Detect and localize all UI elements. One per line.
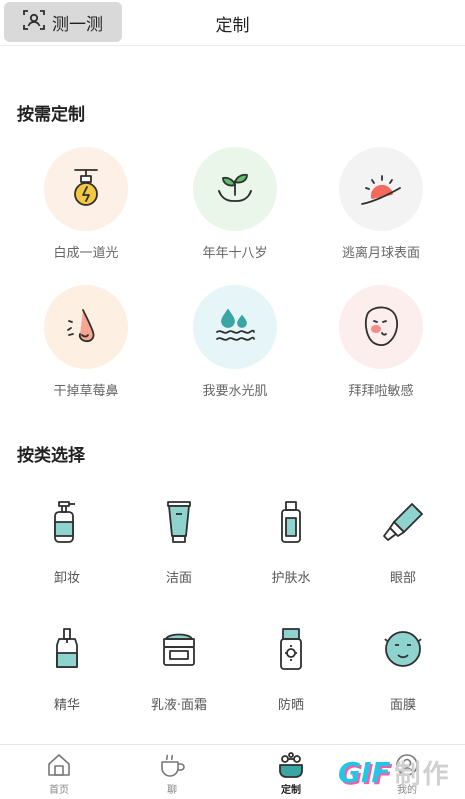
- water-drops-icon: [193, 285, 277, 369]
- serum-bottle-icon: [42, 624, 92, 674]
- sprout-hands-icon: [193, 147, 277, 231]
- section-title-by-need: 按需定制: [17, 105, 85, 125]
- lightbulb-icon: [44, 147, 128, 231]
- sunrise-icon: [339, 147, 423, 231]
- tab-customize[interactable]: 定制: [251, 751, 331, 796]
- need-item-smooth-skin[interactable]: 逃离月球表面: [306, 147, 456, 261]
- cream-jar-icon: [154, 624, 204, 674]
- need-label: 逃离月球表面: [341, 246, 420, 261]
- category-toner[interactable]: 护肤水: [233, 497, 349, 586]
- tab-chat[interactable]: 聊: [132, 751, 212, 796]
- tab-home[interactable]: 首页: [19, 751, 99, 796]
- customize-icon: [251, 751, 331, 779]
- category-label: 卸妆: [53, 571, 80, 586]
- category-eye-care[interactable]: 眼部: [345, 497, 461, 586]
- need-item-anti-aging[interactable]: 年年十八岁: [160, 147, 310, 261]
- need-item-sensitive[interactable]: 拜拜啦敏感: [306, 285, 456, 399]
- tab-label: 聊: [167, 785, 177, 796]
- need-label: 干掉草莓鼻: [53, 384, 119, 399]
- gif-watermark: GIF 制作: [338, 752, 451, 792]
- need-label: 我要水光肌: [202, 384, 268, 399]
- need-item-brighten[interactable]: 白成一道光: [11, 147, 161, 261]
- pump-bottle-icon: [42, 497, 92, 547]
- category-face-mask[interactable]: 面膜: [345, 624, 461, 713]
- category-label: 防晒: [277, 698, 304, 713]
- cleanser-tube-icon: [154, 497, 204, 547]
- category-label: 护肤水: [271, 571, 311, 586]
- face-mask-icon: [378, 624, 428, 674]
- need-label: 白成一道光: [53, 246, 119, 261]
- face-icon: [339, 285, 423, 369]
- category-makeup-remover[interactable]: 卸妆: [9, 497, 125, 586]
- need-item-hydration[interactable]: 我要水光肌: [160, 285, 310, 399]
- category-label: 洁面: [165, 571, 192, 586]
- need-label: 年年十八岁: [202, 246, 268, 261]
- home-icon: [19, 751, 99, 779]
- top-bar: 测一测 定制: [0, 0, 465, 46]
- category-cleanser[interactable]: 洁面: [121, 497, 237, 586]
- category-lotion-cream[interactable]: 乳液·面霜: [121, 624, 237, 713]
- need-label: 拜拜啦敏感: [348, 384, 414, 399]
- category-label: 面膜: [389, 698, 416, 713]
- category-sunscreen[interactable]: 防晒: [233, 624, 349, 713]
- sunscreen-bottle-icon: [266, 624, 316, 674]
- tab-label: 首页: [49, 785, 69, 796]
- category-label: 精华: [53, 698, 80, 713]
- watermark-gif-text: GIF: [338, 755, 391, 789]
- page-title: 定制: [215, 16, 250, 36]
- category-essence[interactable]: 精华: [9, 624, 125, 713]
- category-label: 乳液·面霜: [150, 698, 208, 713]
- toner-bottle-icon: [266, 497, 316, 547]
- category-label: 眼部: [389, 571, 416, 586]
- nose-icon: [44, 285, 128, 369]
- tab-label: 定制: [281, 785, 301, 796]
- coffee-cup-icon: [132, 751, 212, 779]
- section-title-by-category: 按类选择: [17, 446, 85, 466]
- need-item-strawberry-nose[interactable]: 干掉草莓鼻: [11, 285, 161, 399]
- eye-cream-tube-icon: [378, 497, 428, 547]
- watermark-text: 制作: [394, 759, 451, 790]
